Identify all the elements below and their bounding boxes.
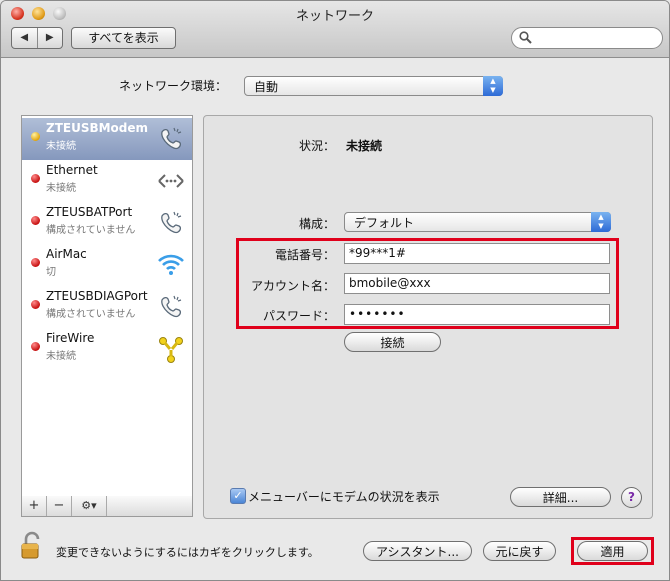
service-status: 未接続 [46,141,76,152]
service-item-zteusbmodem[interactable]: ZTEUSBModem 未接続 [22,118,192,160]
service-status: 未接続 [46,351,76,362]
help-button[interactable]: ? [621,487,642,508]
phone-number-label: 電話番号： [274,248,335,262]
add-service-button[interactable]: + [22,496,47,516]
connect-button[interactable]: 接続 [344,332,441,352]
search-icon [519,31,532,47]
ethernet-icon [158,174,184,188]
remove-service-button[interactable]: − [47,496,72,516]
service-name: ZTEUSBModem [46,121,149,135]
service-status: 構成されていません [46,309,136,320]
back-forward-control: ◀ ▶ [11,27,63,49]
show-modem-status-checkbox[interactable]: ✓ [230,488,246,504]
service-item-ethernet[interactable]: Ethernet 未接続 [22,160,192,202]
service-item-zteusbdiagport[interactable]: ZTEUSBDIAGPort 構成されていません [22,286,192,328]
window-title: ネットワーク [295,9,374,24]
forward-button[interactable]: ▶ [38,28,63,48]
service-item-zteusbatport[interactable]: ZTEUSBATPort 構成されていません [22,202,192,244]
firewire-icon [159,337,183,363]
phone-modem-icon [161,127,182,150]
configuration-label: 構成： [298,217,335,231]
title-bar: ネットワーク ◀ ▶ すべてを表示 [1,1,669,58]
password-field[interactable]: ••••••• [344,304,610,325]
status-dot-icon [31,258,40,267]
wifi-icon [158,254,184,275]
service-name: AirMac [46,247,87,261]
popup-arrows-icon: ▲ ▼ [591,212,611,232]
lock-icon[interactable] [19,531,45,561]
apply-button[interactable]: 適用 [577,541,648,561]
location-label: ネットワーク環境： [119,79,228,93]
service-list-toolbar: + − ⚙▾ [21,496,193,517]
service-status: 切 [46,267,56,278]
phone-number-field[interactable]: *99***1# [344,243,610,264]
search-field[interactable] [511,27,663,49]
service-name: Ethernet [46,163,98,177]
phone-modem-icon [161,211,182,234]
service-status: 未接続 [46,183,76,194]
service-action-menu[interactable]: ⚙▾ [72,496,107,516]
service-item-firewire[interactable]: FireWire 未接続 [22,328,192,370]
advanced-button[interactable]: 詳細... [510,487,611,507]
account-name-field[interactable]: bmobile@xxx [344,273,610,294]
service-list: ZTEUSBModem 未接続 Ethernet 未接続 ZTEUSBATPor… [21,115,193,497]
popup-arrows-icon: ▲ ▼ [483,76,503,96]
show-modem-status-label: メニューバーにモデムの状況を表示 [248,490,440,504]
location-popup[interactable]: 自動 ▲ ▼ [244,76,503,96]
service-status: 構成されていません [46,225,136,236]
phone-modem-icon [161,295,182,318]
lock-message: 変更できないようにするにはカギをクリックします。 [56,546,319,559]
service-name: FireWire [46,331,95,345]
back-button[interactable]: ◀ [12,28,38,48]
password-label: パスワード： [262,309,335,323]
status-dot-icon [31,174,40,183]
service-name: ZTEUSBDIAGPort [46,289,148,303]
service-item-airmac[interactable]: AirMac 切 [22,244,192,286]
status-dot-icon [31,342,40,351]
network-preferences-window: ネットワーク ◀ ▶ すべてを表示 ネットワーク環境： 自動 ▲ ▼ ZTEUSB… [0,0,670,581]
account-name-label: アカウント名： [250,279,335,293]
location-value: 自動 [254,80,279,94]
show-all-button[interactable]: すべてを表示 [71,27,176,49]
status-dot-icon [31,300,40,309]
configuration-popup[interactable]: デフォルト ▲ ▼ [344,212,611,232]
configuration-value: デフォルト [354,216,415,230]
assistant-button[interactable]: アシスタント... [363,541,472,561]
status-dot-icon [31,132,40,141]
status-dot-icon [31,216,40,225]
status-label: 状況： [298,139,335,153]
status-value: 未接続 [346,139,383,153]
service-name: ZTEUSBATPort [46,205,133,219]
revert-button[interactable]: 元に戻す [483,541,556,561]
